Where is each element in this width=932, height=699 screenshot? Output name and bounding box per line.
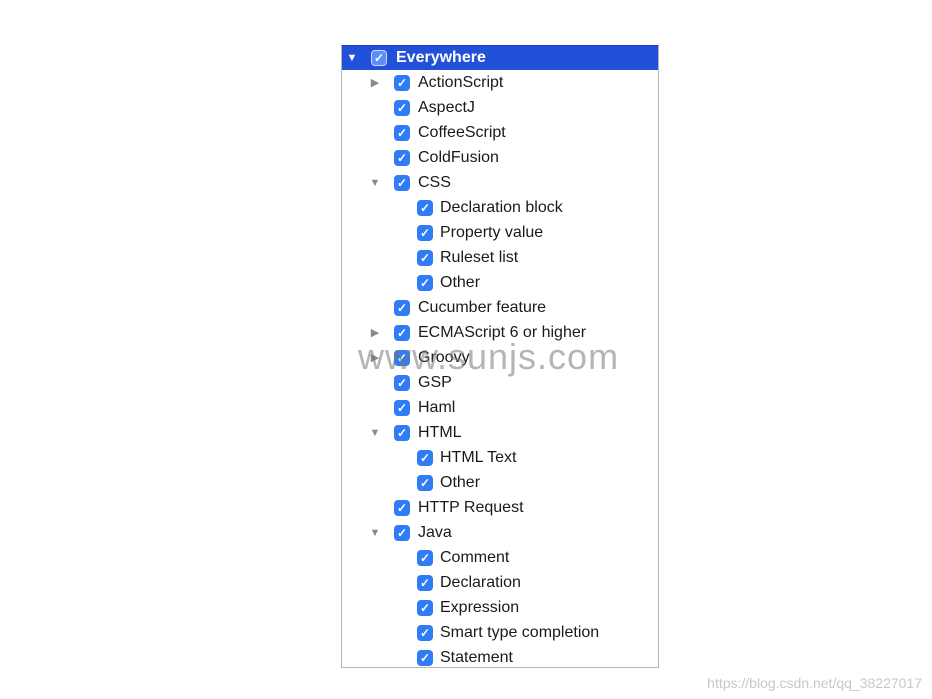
tree-row[interactable]: ✓ Declaration block: [342, 195, 658, 220]
checkbox[interactable]: ✓: [417, 274, 433, 291]
tree-row-label: Everywhere: [396, 49, 486, 66]
disclosure-collapsed-icon[interactable]: ▶: [369, 327, 381, 339]
checkbox[interactable]: ✓: [394, 349, 410, 366]
checkbox[interactable]: ✓: [394, 374, 410, 391]
checkbox[interactable]: ✓: [394, 174, 410, 191]
tree-row[interactable]: ✓ GSP: [342, 370, 658, 395]
tree-panel: ▼ ✓ Everywhere ▶ ✓ ActionScript ✓ AspectJ ✓ Coffe…: [341, 45, 659, 668]
checkbox[interactable]: ✓: [394, 324, 410, 341]
tree-row-label: CoffeeScript: [418, 123, 506, 141]
tree-row-label: ECMAScript 6 or higher: [418, 323, 587, 341]
tree-row-label: HTML Text: [440, 448, 517, 466]
checkbox[interactable]: ✓: [417, 449, 433, 466]
source-credit: https://blog.csdn.net/qq_38227017: [707, 675, 922, 691]
checkbox[interactable]: ✓: [394, 424, 410, 441]
tree-row[interactable]: ✓ CoffeeScript: [342, 120, 658, 145]
tree-row[interactable]: ✓ Statement: [342, 645, 658, 667]
checkbox[interactable]: ✓: [394, 149, 410, 166]
tree-row[interactable]: ✓ HTML Text: [342, 445, 658, 470]
tree-row[interactable]: ▶ ✓ ECMAScript 6 or higher: [342, 320, 658, 345]
disclosure-collapsed-icon[interactable]: ▶: [369, 352, 381, 364]
disclosure-expanded-icon[interactable]: ▼: [346, 52, 358, 64]
tree-row[interactable]: ▶ ✓ ActionScript: [342, 70, 658, 95]
tree-row-label: Other: [440, 473, 481, 491]
checkbox[interactable]: ✓: [394, 399, 410, 416]
tree-row[interactable]: ▼ ✓ HTML: [342, 420, 658, 445]
checkbox[interactable]: ✓: [417, 199, 433, 216]
disclosure-expanded-icon[interactable]: ▼: [369, 527, 381, 539]
tree-row-label: Groovy: [418, 348, 470, 366]
checkbox[interactable]: ✓: [417, 249, 433, 266]
checkbox[interactable]: ✓: [371, 50, 387, 66]
tree-row[interactable]: ✓ Other: [342, 270, 658, 295]
tree-row-label: CSS: [418, 173, 451, 191]
tree-row-label: Smart type completion: [440, 623, 600, 641]
tree-row[interactable]: ✓ Cucumber feature: [342, 295, 658, 320]
checkbox[interactable]: ✓: [394, 524, 410, 541]
tree-row-label: Declaration block: [440, 198, 563, 216]
tree-row-label: AspectJ: [418, 98, 475, 116]
tree-row-label: Ruleset list: [440, 248, 519, 266]
tree-row-label: Comment: [440, 548, 510, 566]
tree-row-label: HTTP Request: [418, 498, 524, 516]
checkbox[interactable]: ✓: [394, 124, 410, 141]
tree-row[interactable]: ✓ Comment: [342, 545, 658, 570]
tree-row-label: HTML: [418, 423, 462, 441]
tree-row[interactable]: ✓ Ruleset list: [342, 245, 658, 270]
tree-row[interactable]: ✓ HTTP Request: [342, 495, 658, 520]
tree-row[interactable]: ▼ ✓ Everywhere: [342, 45, 658, 70]
disclosure-expanded-icon[interactable]: ▼: [369, 427, 381, 439]
tree-row[interactable]: ▶ ✓ Groovy: [342, 345, 658, 370]
checkbox[interactable]: ✓: [417, 224, 433, 241]
checkbox[interactable]: ✓: [417, 649, 433, 666]
checkbox[interactable]: ✓: [417, 574, 433, 591]
checkbox[interactable]: ✓: [417, 624, 433, 641]
tree-row[interactable]: ✓ Other: [342, 470, 658, 495]
tree-row[interactable]: ✓ Haml: [342, 395, 658, 420]
tree-row-label: Statement: [440, 648, 513, 666]
tree-row-label: ActionScript: [418, 73, 504, 91]
tree-row[interactable]: ✓ ColdFusion: [342, 145, 658, 170]
tree-row[interactable]: ✓ Expression: [342, 595, 658, 620]
checkbox[interactable]: ✓: [417, 549, 433, 566]
checkbox[interactable]: ✓: [417, 599, 433, 616]
checkbox[interactable]: ✓: [394, 299, 410, 316]
tree-row-label: Declaration: [440, 573, 521, 591]
tree-row[interactable]: ✓ Property value: [342, 220, 658, 245]
tree-row-label: Java: [418, 523, 452, 541]
tree-row-label: Other: [440, 273, 481, 291]
disclosure-expanded-icon[interactable]: ▼: [369, 177, 381, 189]
tree-row-label: Haml: [418, 398, 456, 416]
tree-row-label: Cucumber feature: [418, 298, 547, 316]
tree-row[interactable]: ✓ AspectJ: [342, 95, 658, 120]
tree-row[interactable]: ✓ Declaration: [342, 570, 658, 595]
tree-row-label: Property value: [440, 223, 544, 241]
tree-row-label: GSP: [418, 373, 452, 391]
checkbox[interactable]: ✓: [394, 499, 410, 516]
tree-row-label: Expression: [440, 598, 520, 616]
tree-row[interactable]: ✓ Smart type completion: [342, 620, 658, 645]
disclosure-collapsed-icon[interactable]: ▶: [369, 77, 381, 89]
checkbox[interactable]: ✓: [417, 474, 433, 491]
tree-row[interactable]: ▼ ✓ Java: [342, 520, 658, 545]
checkbox[interactable]: ✓: [394, 99, 410, 116]
tree-row[interactable]: ▼ ✓ CSS: [342, 170, 658, 195]
tree-row-label: ColdFusion: [418, 148, 499, 166]
checkbox[interactable]: ✓: [394, 74, 410, 91]
